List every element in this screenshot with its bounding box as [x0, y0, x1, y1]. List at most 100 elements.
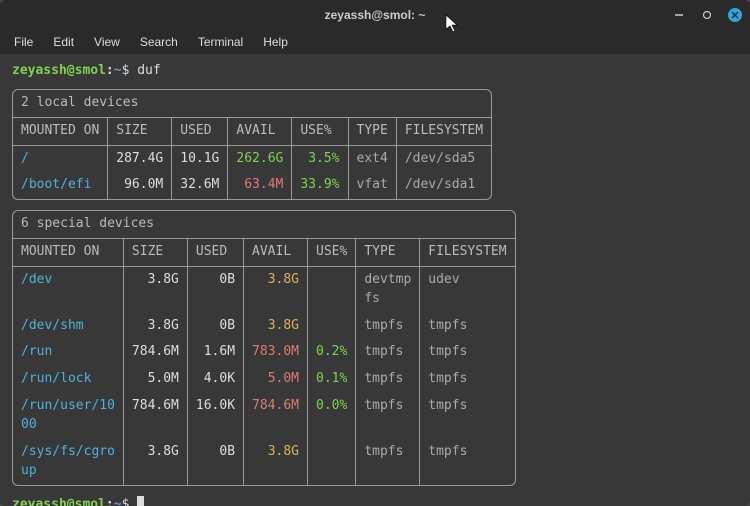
- table-cell: 784.6M: [123, 339, 187, 366]
- table-row: /run/lock5.0M4.0K5.0M0.1%tmpfstmpfs: [13, 366, 515, 393]
- table-row: /dev/shm3.8G0B3.8Gtmpfstmpfs: [13, 313, 515, 340]
- table-cell: /dev/sda5: [396, 145, 491, 172]
- table-cell: 3.5%: [292, 145, 348, 172]
- table-cell: 0.0%: [308, 393, 356, 439]
- table-cell: 33.9%: [292, 172, 348, 199]
- table-row: /run784.6M1.6M783.0M0.2%tmpfstmpfs: [13, 339, 515, 366]
- table-cell: /boot/efi: [13, 172, 108, 199]
- window-controls: [672, 8, 742, 22]
- table-cell: 262.6G: [228, 145, 292, 172]
- table-header: USED: [187, 239, 243, 266]
- prompt-colon: :: [106, 497, 114, 506]
- table-cell: /dev/shm: [13, 313, 123, 340]
- table-header: TYPE: [348, 118, 396, 145]
- table-header: FILESYSTEM: [420, 239, 515, 266]
- table-cell: 783.0M: [244, 339, 308, 366]
- table-row: /dev3.8G0B3.8Gdevtmp fsudev: [13, 266, 515, 312]
- prompt-path: ~: [114, 63, 122, 78]
- table-cell: tmpfs: [356, 366, 420, 393]
- table-cell: tmpfs: [420, 366, 515, 393]
- table-cell: 287.4G: [108, 145, 172, 172]
- prompt-colon: :: [106, 63, 114, 78]
- table-cell: 3.8G: [244, 266, 308, 312]
- table-cell: tmpfs: [420, 339, 515, 366]
- table-header: USE%: [308, 239, 356, 266]
- table-cell: 1.6M: [187, 339, 243, 366]
- table-cell: /sys/fs/cgro up: [13, 439, 123, 485]
- prompt-line-2: zeyassh@smol:~$: [12, 496, 738, 506]
- table-cell: [308, 313, 356, 340]
- special-devices-table: MOUNTED ONSIZEUSEDAVAILUSE%TYPEFILESYSTE…: [13, 239, 515, 484]
- menubar: File Edit View Search Terminal Help: [0, 30, 750, 54]
- table-cell: 0.1%: [308, 366, 356, 393]
- titlebar: zeyassh@smol: ~: [0, 0, 750, 30]
- window-title: zeyassh@smol: ~: [325, 8, 426, 22]
- local-devices-title: 2 local devices: [13, 90, 491, 118]
- table-cell: 96.0M: [108, 172, 172, 199]
- table-cell: /dev/sda1: [396, 172, 491, 199]
- table-row: /sys/fs/cgro up3.8G0B3.8Gtmpfstmpfs: [13, 439, 515, 485]
- table-cell: tmpfs: [420, 439, 515, 485]
- prompt-user: zeyassh@smol: [12, 63, 106, 78]
- menu-edit[interactable]: Edit: [53, 35, 74, 49]
- table-header: FILESYSTEM: [396, 118, 491, 145]
- table-row: /boot/efi96.0M32.6M63.4M33.9%vfat/dev/sd…: [13, 172, 491, 199]
- table-header: AVAIL: [228, 118, 292, 145]
- table-cell: devtmp fs: [356, 266, 420, 312]
- table-cell: 0.2%: [308, 339, 356, 366]
- prompt-user: zeyassh@smol: [12, 497, 106, 506]
- local-devices-table: MOUNTED ONSIZEUSEDAVAILUSE%TYPEFILESYSTE…: [13, 118, 491, 200]
- table-cell: [308, 439, 356, 485]
- table-cell: 63.4M: [228, 172, 292, 199]
- table-header: TYPE: [356, 239, 420, 266]
- table-cell: tmpfs: [356, 313, 420, 340]
- table-cell: /run/user/10 00: [13, 393, 123, 439]
- table-cell: 32.6M: [172, 172, 228, 199]
- table-header: SIZE: [108, 118, 172, 145]
- prompt-dollar: $: [122, 63, 130, 78]
- table-header: MOUNTED ON: [13, 239, 123, 266]
- cursor-block: [137, 496, 144, 506]
- table-cell: 0B: [187, 439, 243, 485]
- prompt-path: ~: [114, 497, 122, 506]
- close-button[interactable]: [728, 8, 742, 22]
- command-text: duf: [137, 63, 160, 78]
- local-devices-box: 2 local devices MOUNTED ONSIZEUSEDAVAILU…: [12, 89, 492, 200]
- table-cell: 3.8G: [244, 313, 308, 340]
- table-cell: 0B: [187, 313, 243, 340]
- minimize-button[interactable]: [672, 8, 686, 22]
- table-header: USE%: [292, 118, 348, 145]
- menu-view[interactable]: View: [94, 35, 120, 49]
- table-cell: tmpfs: [420, 393, 515, 439]
- special-devices-title: 6 special devices: [13, 211, 515, 239]
- table-cell: 0B: [187, 266, 243, 312]
- table-cell: tmpfs: [356, 339, 420, 366]
- table-cell: /run: [13, 339, 123, 366]
- menu-terminal[interactable]: Terminal: [198, 35, 243, 49]
- menu-help[interactable]: Help: [263, 35, 288, 49]
- table-cell: /run/lock: [13, 366, 123, 393]
- table-cell: 784.6M: [244, 393, 308, 439]
- table-cell: ext4: [348, 145, 396, 172]
- table-cell: 3.8G: [123, 313, 187, 340]
- table-row: /run/user/10 00784.6M16.0K784.6M0.0%tmpf…: [13, 393, 515, 439]
- prompt-line: zeyassh@smol:~$ duf: [12, 62, 738, 81]
- special-devices-box: 6 special devices MOUNTED ONSIZEUSEDAVAI…: [12, 210, 516, 485]
- menu-search[interactable]: Search: [140, 35, 178, 49]
- table-cell: [308, 266, 356, 312]
- table-cell: tmpfs: [420, 313, 515, 340]
- terminal-content[interactable]: zeyassh@smol:~$ duf 2 local devices MOUN…: [0, 54, 750, 506]
- table-cell: tmpfs: [356, 393, 420, 439]
- table-row: /287.4G10.1G262.6G3.5%ext4/dev/sda5: [13, 145, 491, 172]
- maximize-button[interactable]: [700, 8, 714, 22]
- table-cell: udev: [420, 266, 515, 312]
- table-cell: 784.6M: [123, 393, 187, 439]
- table-cell: 3.8G: [123, 439, 187, 485]
- menu-file[interactable]: File: [14, 35, 33, 49]
- table-header: USED: [172, 118, 228, 145]
- table-cell: 10.1G: [172, 145, 228, 172]
- prompt-dollar: $: [122, 497, 130, 506]
- table-cell: 5.0M: [244, 366, 308, 393]
- table-cell: 16.0K: [187, 393, 243, 439]
- table-cell: 3.8G: [244, 439, 308, 485]
